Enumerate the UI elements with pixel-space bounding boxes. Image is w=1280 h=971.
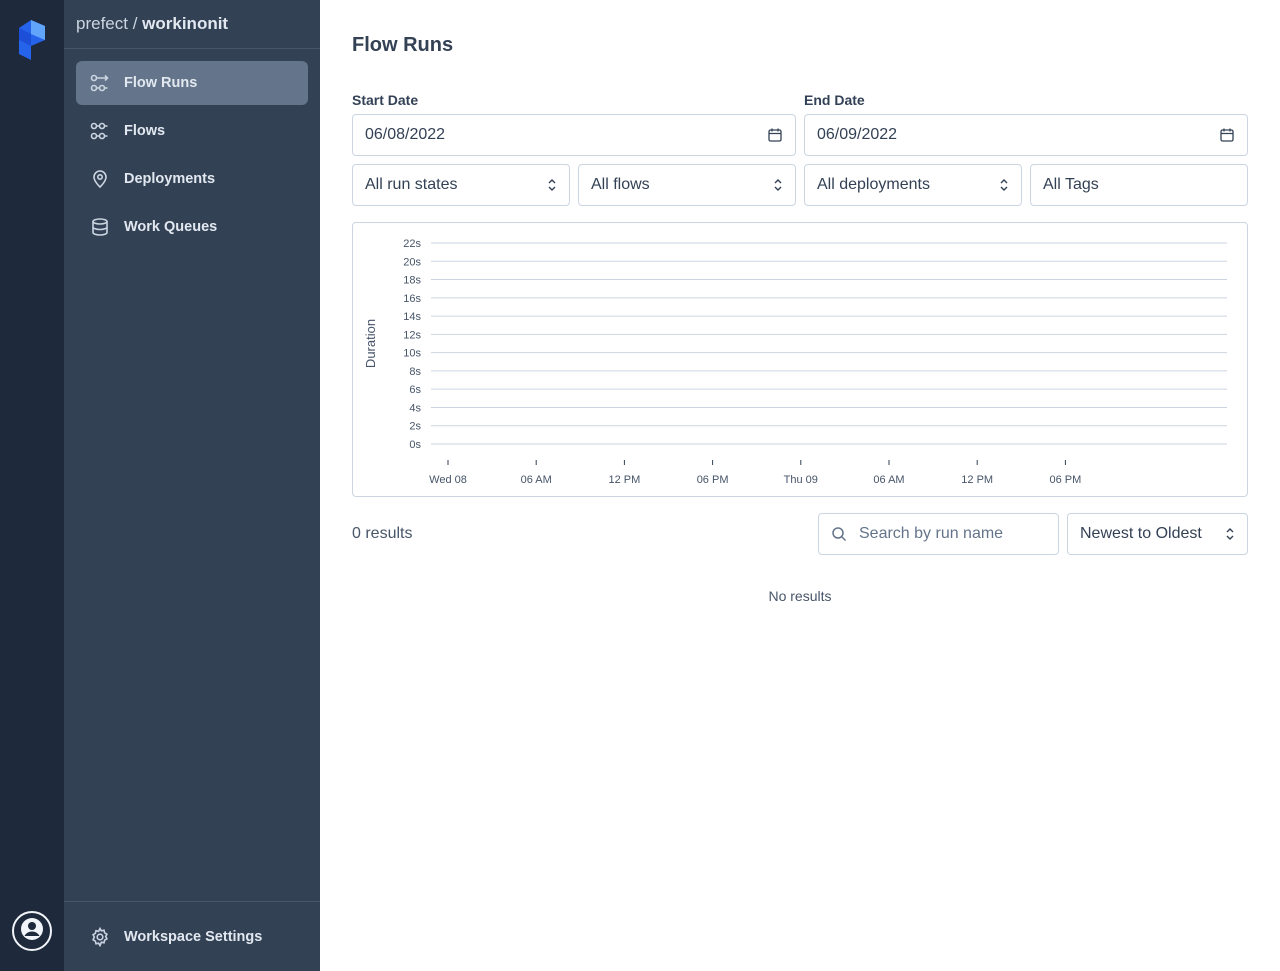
select-caret-icon bbox=[773, 178, 783, 192]
y-tick-label: 4s bbox=[409, 402, 421, 414]
y-tick-label: 10s bbox=[403, 348, 421, 360]
y-tick-label: 16s bbox=[403, 293, 421, 305]
start-date-input[interactable]: 06/08/2022 bbox=[352, 114, 796, 156]
user-circle-icon bbox=[20, 917, 44, 946]
y-tick-label: 12s bbox=[403, 329, 421, 341]
empty-state: No results bbox=[768, 588, 832, 604]
app-rail bbox=[0, 0, 64, 971]
x-tick-label: 06 AM bbox=[521, 474, 552, 486]
run-states-select[interactable]: All run states bbox=[352, 164, 570, 206]
flow-runs-chart: 0s 2s 4s 6s 8s 10s 12s 14s 16s 18s 20s 22s Duration W… bbox=[352, 222, 1248, 497]
prefect-logo[interactable] bbox=[19, 20, 45, 60]
x-tick-label: 06 PM bbox=[1050, 474, 1082, 486]
flows-icon bbox=[90, 121, 110, 141]
account-button[interactable] bbox=[12, 911, 52, 951]
sidebar-item-label: Deployments bbox=[124, 171, 216, 187]
x-tick-label: Wed 08 bbox=[429, 474, 467, 486]
sidebar: prefect / workinonit Flow Runs Flows Dep… bbox=[64, 0, 320, 971]
deployments-value: All deployments bbox=[817, 176, 930, 193]
gear-icon bbox=[90, 926, 110, 947]
sort-value: Newest to Oldest bbox=[1080, 525, 1202, 542]
sidebar-item-flows[interactable]: Flows bbox=[76, 109, 308, 153]
sidebar-item-label: Flows bbox=[124, 123, 166, 139]
x-tick-label: Thu 09 bbox=[784, 474, 818, 486]
select-caret-icon bbox=[1225, 527, 1235, 541]
x-tick-label: 06 PM bbox=[697, 474, 729, 486]
workspace-name: workinonit bbox=[142, 14, 229, 33]
select-caret-icon bbox=[999, 178, 1009, 192]
flows-value: All flows bbox=[591, 176, 650, 193]
end-date-input[interactable]: 06/09/2022 bbox=[804, 114, 1248, 156]
flow-runs-icon bbox=[90, 73, 110, 93]
end-date-label: End Date bbox=[804, 92, 865, 108]
sort-select[interactable]: Newest to Oldest bbox=[1067, 513, 1248, 555]
workspace-breadcrumb[interactable]: prefect / workinonit bbox=[64, 0, 320, 49]
y-tick-label: 20s bbox=[403, 256, 421, 268]
search-placeholder: Search by run name bbox=[859, 525, 1004, 542]
results-count: 0 results bbox=[352, 525, 413, 542]
sidebar-item-flow-runs[interactable]: Flow Runs bbox=[76, 61, 308, 105]
calendar-icon[interactable] bbox=[1219, 127, 1235, 143]
tags-input[interactable]: All Tags bbox=[1030, 164, 1248, 206]
y-tick-label: 6s bbox=[409, 384, 421, 396]
tags-value: All Tags bbox=[1043, 176, 1099, 193]
y-axis-label: Duration bbox=[363, 319, 378, 368]
start-date-value: 06/08/2022 bbox=[365, 126, 446, 143]
breadcrumb-separator: / bbox=[127, 14, 143, 33]
run-states-value: All run states bbox=[365, 176, 458, 193]
y-tick-label: 18s bbox=[403, 275, 421, 287]
sidebar-item-label: Work Queues bbox=[124, 219, 218, 235]
start-date-label: Start Date bbox=[352, 92, 419, 108]
flows-select[interactable]: All flows bbox=[578, 164, 796, 206]
sidebar-nav: Flow Runs Flows Deployments Work Queues bbox=[64, 49, 320, 265]
select-caret-icon bbox=[547, 178, 557, 192]
workspace-settings-link[interactable]: Workspace Settings bbox=[64, 901, 320, 971]
chart-svg: 0s 2s 4s 6s 8s 10s 12s 14s 16s 18s 20s 22s Duration W… bbox=[363, 238, 1227, 486]
x-tick-label: 12 PM bbox=[609, 474, 641, 486]
sidebar-item-label: Flow Runs bbox=[124, 75, 198, 91]
y-tick-label: 8s bbox=[409, 366, 421, 378]
x-tick-label: 06 AM bbox=[873, 474, 904, 486]
end-date-value: 06/09/2022 bbox=[817, 126, 898, 143]
sidebar-item-deployments[interactable]: Deployments bbox=[76, 157, 308, 201]
search-icon bbox=[831, 526, 847, 542]
map-pin-icon bbox=[90, 169, 110, 189]
y-tick-label: 22s bbox=[403, 238, 421, 250]
y-tick-label: 0s bbox=[409, 439, 421, 451]
y-tick-label: 14s bbox=[403, 311, 421, 323]
sidebar-item-work-queues[interactable]: Work Queues bbox=[76, 205, 308, 249]
calendar-icon[interactable] bbox=[767, 127, 783, 143]
page-title: Flow Runs bbox=[352, 34, 454, 56]
database-icon bbox=[90, 217, 110, 237]
deployments-select[interactable]: All deployments bbox=[804, 164, 1022, 206]
x-tick-label: 12 PM bbox=[961, 474, 993, 486]
y-tick-label: 2s bbox=[409, 421, 421, 433]
org-name: prefect bbox=[76, 14, 128, 33]
workspace-settings-label: Workspace Settings bbox=[124, 928, 263, 945]
search-input[interactable]: Search by run name bbox=[818, 513, 1059, 555]
